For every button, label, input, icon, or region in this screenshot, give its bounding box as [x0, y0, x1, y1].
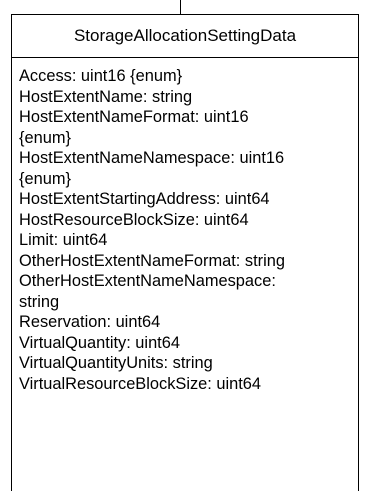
attribute-line: HostExtentName: string: [19, 87, 193, 106]
attribute-line: Limit: uint64: [19, 231, 108, 249]
attribute-line: VirtualResourceBlockSize: uint64: [19, 374, 262, 393]
attribute-line: Reservation: uint64: [19, 313, 161, 331]
uml-class-box: StorageAllocationSettingData Access: uin…: [11, 14, 359, 491]
attribute-line: string: [19, 292, 60, 311]
attribute-line: VirtualQuantityUnits: string: [19, 354, 213, 372]
attribute-line: HostExtentStartingAddress: uint64: [19, 190, 270, 208]
attribute-line: HostExtentNameNamespace: uint16: [19, 149, 285, 167]
attribute-line: HostExtentNameFormat: uint16: [19, 108, 249, 126]
attribute-line: Access: uint16 {enum}: [19, 67, 183, 85]
attribute-line: VirtualQuantity: uint64: [19, 333, 180, 352]
attribute-line: OtherHostExtentNameFormat: string: [19, 251, 285, 270]
attribute-line: {enum}: [19, 169, 71, 188]
attribute-line: OtherHostExtentNameNamespace:: [19, 272, 276, 290]
association-line: [180, 0, 181, 14]
attribute-line: {enum}: [19, 128, 71, 147]
attribute-line: HostResourceBlockSize: uint64: [19, 210, 249, 229]
attribute-list: Access: uint16 {enum} HostExtentName: st…: [12, 58, 358, 394]
class-name: StorageAllocationSettingData: [12, 15, 358, 58]
